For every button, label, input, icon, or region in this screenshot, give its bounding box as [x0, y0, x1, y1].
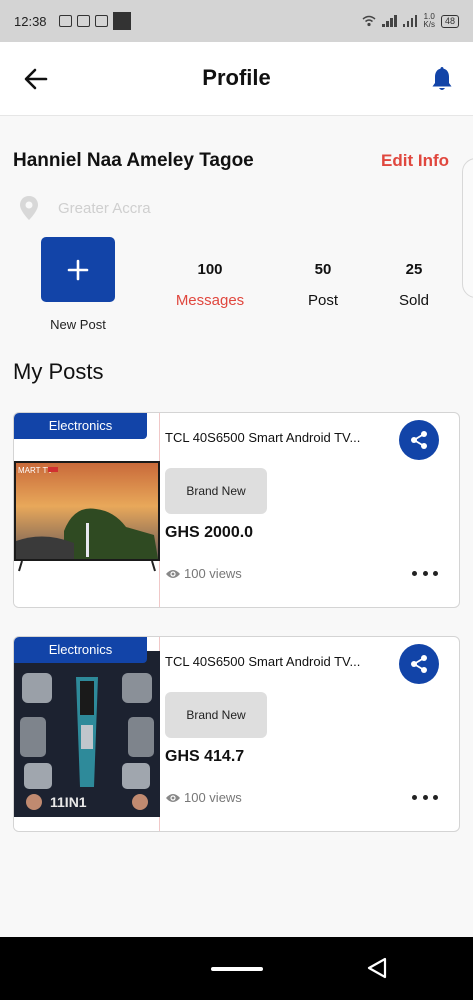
page-title: Profile: [202, 65, 271, 90]
network-speed: 1.0 K/s: [423, 13, 435, 29]
gmail-notification-icon: [94, 15, 108, 27]
new-post-label: New Post: [50, 317, 106, 332]
edit-info-button[interactable]: Edit Info: [381, 151, 449, 171]
more-dot-icon: [412, 794, 417, 800]
signal-icon-2: [402, 15, 418, 27]
condition-badge: Brand New: [165, 692, 267, 738]
stat-sold-label: Sold: [398, 292, 430, 309]
notification-icons: [58, 12, 131, 30]
more-options-button[interactable]: [412, 566, 438, 580]
more-dot-icon: [433, 570, 438, 576]
signal-icon: [382, 15, 397, 27]
eye-icon: [166, 793, 180, 802]
stat-posts-value: 50: [314, 261, 332, 278]
triangle-back-icon: [367, 957, 387, 979]
trimmer-product-image: 11IN1: [14, 651, 160, 817]
speed-unit: K/s: [423, 20, 435, 29]
section-title: My Posts: [13, 359, 104, 384]
plus-icon: [67, 259, 89, 280]
post-card[interactable]: Electronics 11IN1 TCL 40S6500 Smart Andr…: [13, 636, 460, 832]
post-price: GHS 2000.0: [165, 524, 254, 541]
views-count: 100 views: [184, 790, 242, 805]
category-badge: Electronics: [14, 637, 147, 663]
message-notification-icon: [58, 15, 72, 27]
trimmer-image-text: 11IN1: [50, 794, 87, 810]
stat-posts[interactable]: 50 Post: [273, 261, 373, 309]
stat-messages[interactable]: 100 Messages: [160, 261, 260, 309]
post-price: GHS 414.7: [165, 748, 245, 765]
system-nav-bar: [0, 937, 473, 1000]
tv-product-image: MART TV: [14, 461, 160, 572]
status-right: 1.0 K/s 48: [362, 13, 459, 29]
post-views: 100 views: [165, 790, 242, 805]
image-notification-icon: [76, 15, 90, 27]
more-dot-icon: [422, 570, 428, 576]
home-gesture-bar[interactable]: [211, 967, 263, 971]
new-post-button[interactable]: [41, 237, 115, 302]
stat-sold-value: 25: [405, 261, 423, 278]
post-image: Electronics 11IN1: [14, 637, 160, 831]
location-row: Greater Accra: [18, 195, 151, 221]
share-icon: [411, 655, 427, 673]
profile-name: Hanniel Naa Ameley Tagoe: [13, 150, 254, 171]
bell-icon: [432, 67, 452, 90]
post-title: TCL 40S6500 Smart Android TV...: [165, 654, 361, 669]
status-bar: 12:38 1.0 K/s 48: [0, 0, 473, 42]
post-card[interactable]: Electronics MART TV TCL 40S6500 Smart An…: [13, 412, 460, 608]
notification-button[interactable]: [427, 64, 457, 94]
stat-messages-label: Messages: [175, 292, 245, 309]
more-dot-icon: [412, 570, 417, 576]
more-dot-icon: [422, 794, 428, 800]
share-button[interactable]: [399, 420, 439, 460]
post-image: Electronics MART TV: [14, 413, 160, 607]
share-button[interactable]: [399, 644, 439, 684]
app-notification-icon: [112, 12, 131, 30]
post-views: 100 views: [165, 566, 242, 581]
category-badge: Electronics: [14, 413, 147, 439]
stat-posts-label: Post: [307, 292, 338, 309]
location-text: Greater Accra: [58, 199, 151, 217]
stat-sold[interactable]: 25 Sold: [364, 261, 464, 309]
battery-icon: 48: [440, 14, 459, 28]
more-dot-icon: [433, 794, 438, 800]
post-title: TCL 40S6500 Smart Android TV...: [165, 430, 361, 445]
system-back-button[interactable]: [365, 956, 389, 980]
app-header: Profile: [0, 42, 473, 116]
share-icon: [411, 431, 427, 449]
views-count: 100 views: [184, 566, 242, 581]
status-time: 12:38: [14, 13, 47, 29]
wifi-icon: [362, 15, 376, 27]
eye-icon: [166, 569, 180, 578]
more-options-button[interactable]: [412, 790, 438, 804]
stat-messages-value: 100: [197, 261, 223, 278]
location-pin-icon: [20, 196, 38, 220]
condition-badge: Brand New: [165, 468, 267, 514]
